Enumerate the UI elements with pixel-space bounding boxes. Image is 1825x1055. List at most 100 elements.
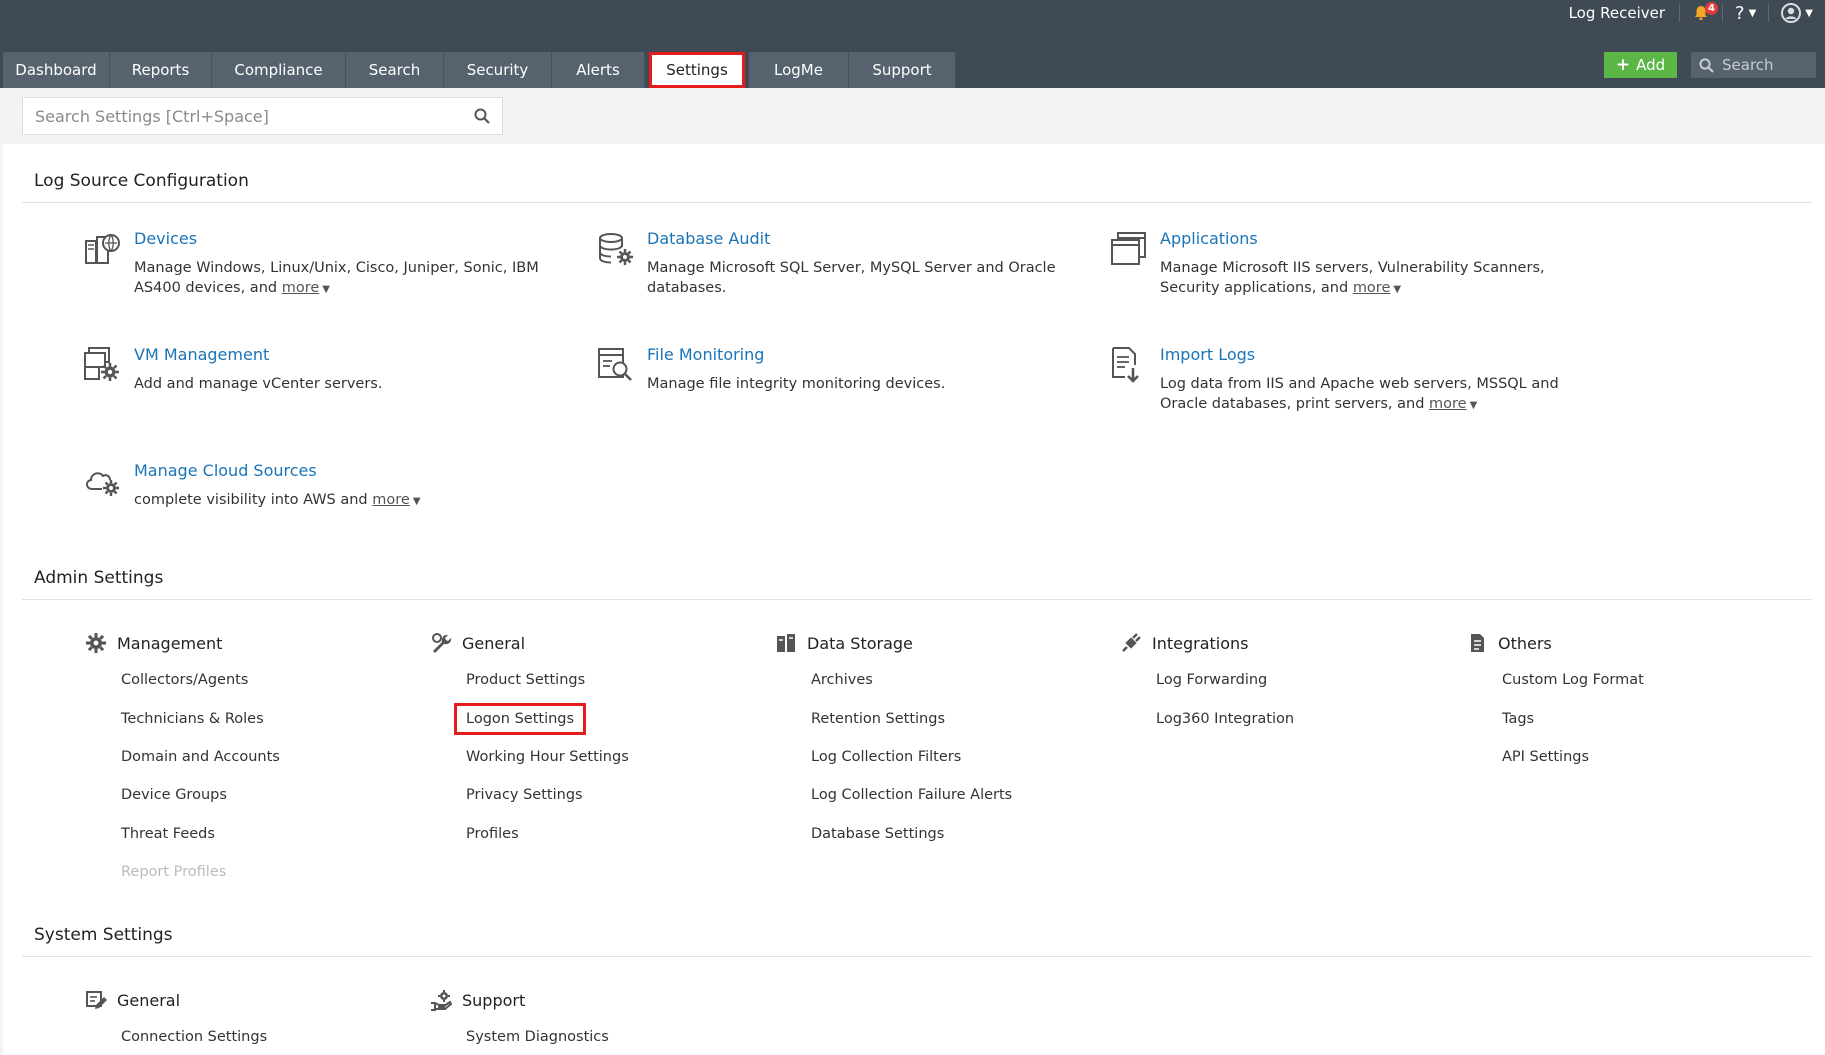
group-header: Support: [430, 989, 750, 1011]
description-text: Log data from IIS and Apache web servers…: [1160, 376, 1559, 412]
link-archives[interactable]: Archives: [811, 672, 873, 688]
group-title: General: [462, 633, 526, 653]
link-log-collection-failure-alerts[interactable]: Log Collection Failure Alerts: [811, 787, 1012, 803]
notification-badge: 4: [1705, 2, 1719, 15]
link-profiles[interactable]: Profiles: [466, 826, 519, 842]
link-working-hour-settings[interactable]: Working Hour Settings: [466, 749, 629, 765]
group-title: Others: [1498, 633, 1552, 653]
group-title: Integrations: [1152, 633, 1249, 653]
tab-support[interactable]: Support: [849, 52, 956, 88]
link-privacy-settings[interactable]: Privacy Settings: [466, 787, 583, 803]
caret-down-icon[interactable]: ▼: [413, 496, 421, 507]
link-technicians-roles[interactable]: Technicians & Roles: [121, 711, 264, 727]
add-button-label: Add: [1636, 56, 1666, 74]
file-monitoring-link[interactable]: File Monitoring: [647, 345, 764, 364]
link-collectors-agents[interactable]: Collectors/Agents: [121, 672, 248, 688]
global-search-input[interactable]: Search: [1691, 52, 1816, 78]
chevron-down-icon: ▼: [1805, 7, 1813, 19]
link-log-collection-filters[interactable]: Log Collection Filters: [811, 749, 961, 765]
link-tags[interactable]: Tags: [1502, 711, 1534, 727]
group-integrations: Integrations Log Forwarding Log360 Integ…: [1120, 632, 1440, 727]
tab-search[interactable]: Search: [346, 52, 444, 88]
file-monitoring-description: Manage file integrity monitoring devices…: [647, 376, 946, 392]
global-search-placeholder: Search: [1722, 56, 1774, 74]
group-system-support: Support System Diagnostics: [430, 989, 750, 1045]
link-custom-log-format[interactable]: Custom Log Format: [1502, 672, 1644, 688]
data-storage-icon: [777, 634, 795, 652]
more-link[interactable]: more: [372, 492, 410, 508]
more-link[interactable]: more: [1353, 280, 1391, 296]
user-avatar-icon: [1781, 3, 1802, 23]
link-log-forwarding[interactable]: Log Forwarding: [1156, 672, 1267, 688]
more-link[interactable]: more: [1429, 396, 1467, 412]
notifications-button[interactable]: 4: [1680, 2, 1722, 22]
tab-security[interactable]: Security: [444, 52, 552, 88]
caret-down-icon[interactable]: ▼: [1393, 284, 1401, 295]
user-label: Log Receiver: [1568, 4, 1666, 22]
tab-logme[interactable]: LogMe: [749, 52, 849, 88]
devices-link[interactable]: Devices: [134, 229, 197, 248]
link-logon-settings[interactable]: Logon Settings: [454, 703, 587, 735]
settings-search-box: [22, 97, 503, 135]
database-audit-link[interactable]: Database Audit: [647, 229, 770, 248]
settings-search-input[interactable]: [35, 106, 474, 126]
devices-icon: [85, 234, 120, 264]
group-header: Others: [1466, 632, 1786, 654]
link-product-settings[interactable]: Product Settings: [466, 672, 585, 688]
devices-description: Manage Windows, Linux/Unix, Cisco, Junip…: [134, 258, 554, 300]
cloud-gear-icon: [86, 472, 119, 496]
link-connection-settings[interactable]: Connection Settings: [121, 1029, 267, 1045]
link-system-diagnostics[interactable]: System Diagnostics: [466, 1029, 609, 1045]
top-navigation-bar: Log Receiver 4 ? ▼ ▼ Dashboard Reports C…: [0, 0, 1825, 88]
group-management: Management Collectors/Agents Technicians…: [85, 632, 405, 880]
group-header: Management: [85, 632, 405, 654]
link-threat-feeds[interactable]: Threat Feeds: [121, 826, 215, 842]
settings-content-panel: Log Source Configuration Devices Manage …: [3, 144, 1825, 1055]
search-icon[interactable]: [474, 108, 490, 124]
user-menu-button[interactable]: ▼: [1769, 3, 1825, 23]
tab-dashboard[interactable]: Dashboard: [3, 52, 110, 88]
import-logs-description: Log data from IIS and Apache web servers…: [1160, 374, 1580, 416]
tab-compliance[interactable]: Compliance: [212, 52, 346, 88]
link-report-profiles: Report Profiles: [121, 864, 227, 880]
applications-description: Manage Microsoft IIS servers, Vulnerabil…: [1160, 258, 1580, 300]
cloud-sources-description: complete visibility into AWS and more ▼: [134, 490, 554, 512]
settings-pen-icon: [86, 991, 107, 1009]
applications-link[interactable]: Applications: [1160, 229, 1258, 248]
group-title: Support: [462, 990, 526, 1010]
search-icon: [1699, 57, 1714, 73]
gear-icon: [86, 633, 106, 653]
tab-alerts[interactable]: Alerts: [552, 52, 645, 88]
section-title-admin-settings: Admin Settings: [34, 568, 164, 588]
divider: [22, 202, 1812, 203]
caret-down-icon[interactable]: ▼: [1470, 400, 1478, 411]
import-logs-link[interactable]: Import Logs: [1160, 345, 1255, 364]
group-header: General: [85, 989, 405, 1011]
section-title-log-source: Log Source Configuration: [34, 171, 249, 191]
description-text: complete visibility into AWS and: [134, 492, 368, 508]
group-header: Data Storage: [775, 632, 1095, 654]
divider: [22, 599, 1812, 600]
link-database-settings[interactable]: Database Settings: [811, 826, 944, 842]
link-api-settings[interactable]: API Settings: [1502, 749, 1589, 765]
tab-settings[interactable]: Settings: [649, 52, 745, 88]
link-device-groups[interactable]: Device Groups: [121, 787, 227, 803]
chevron-down-icon: ▼: [1748, 7, 1757, 19]
link-log360-integration[interactable]: Log360 Integration: [1156, 711, 1294, 727]
tab-reports[interactable]: Reports: [110, 52, 212, 88]
database-audit-description: Manage Microsoft SQL Server, MySQL Serve…: [647, 260, 1056, 296]
link-domain-accounts[interactable]: Domain and Accounts: [121, 749, 280, 765]
group-title: Data Storage: [807, 633, 913, 653]
group-system-general: General Connection Settings: [85, 989, 405, 1045]
vm-management-link[interactable]: VM Management: [134, 345, 269, 364]
main-tabs: Dashboard Reports Compliance Search Secu…: [3, 52, 956, 88]
help-menu-button[interactable]: ? ▼: [1723, 3, 1768, 24]
cloud-sources-link[interactable]: Manage Cloud Sources: [134, 461, 317, 480]
link-retention-settings[interactable]: Retention Settings: [811, 711, 945, 727]
add-button[interactable]: + Add: [1604, 52, 1677, 78]
document-icon: [1471, 634, 1484, 652]
caret-down-icon[interactable]: ▼: [322, 284, 330, 295]
group-general: General Product Settings Logon Settings …: [430, 632, 750, 842]
more-link[interactable]: more: [282, 280, 320, 296]
group-title: Management: [117, 633, 223, 653]
